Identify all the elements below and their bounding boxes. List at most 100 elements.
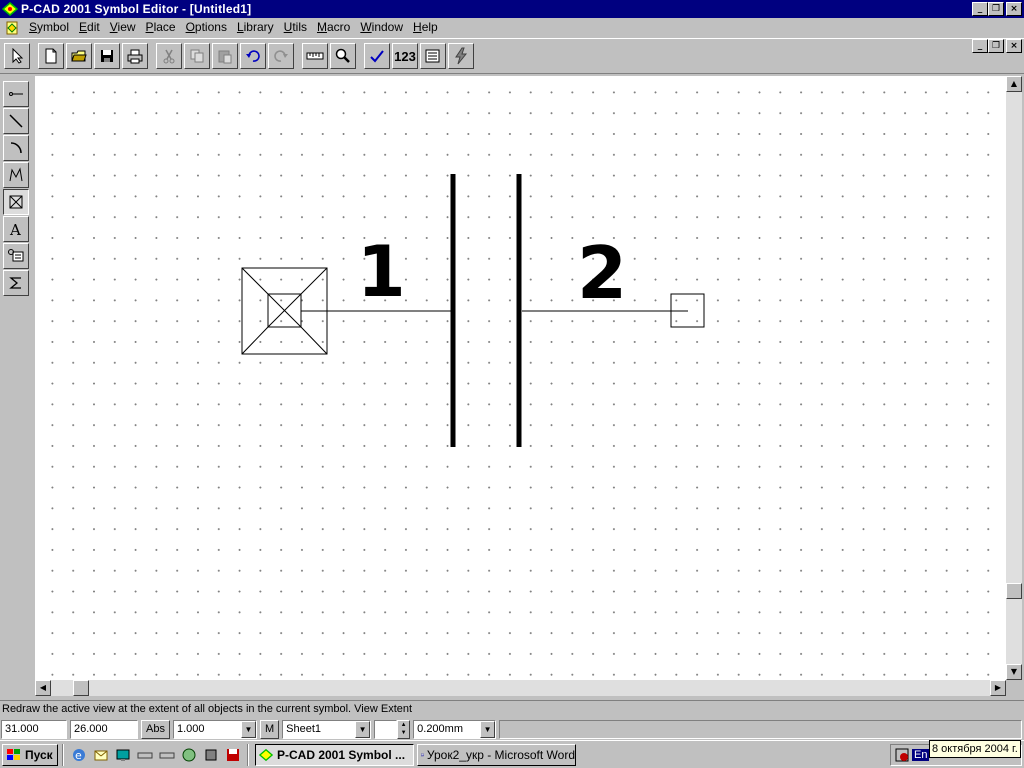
paste-button[interactable] bbox=[212, 43, 238, 69]
menu-item-help[interactable]: Help bbox=[408, 19, 443, 36]
printer-icon bbox=[127, 49, 143, 64]
cut-button[interactable] bbox=[156, 43, 182, 69]
pin2-number[interactable]: 2 bbox=[577, 231, 627, 315]
menu-item-options[interactable]: Options bbox=[181, 19, 232, 36]
drawing-canvas[interactable]: 1 2 bbox=[35, 76, 1006, 680]
network-icon[interactable] bbox=[179, 745, 199, 765]
vertical-scrollbar[interactable]: ▲ ▼ bbox=[1006, 76, 1022, 680]
save-disk-icon[interactable] bbox=[223, 745, 243, 765]
scroll-right-arrow[interactable]: ▶ bbox=[990, 680, 1006, 696]
floppy-drive-icon[interactable] bbox=[201, 745, 221, 765]
placement-toolbar: A bbox=[0, 76, 34, 682]
redo-button[interactable] bbox=[268, 43, 294, 69]
clipboard-paste-icon bbox=[218, 50, 232, 64]
status-message: Redraw the active view at the extent of … bbox=[0, 700, 1024, 717]
new-button[interactable] bbox=[38, 43, 64, 69]
menu-item-window[interactable]: Window bbox=[355, 19, 408, 36]
menu-item-macro[interactable]: Macro bbox=[312, 19, 355, 36]
windows-taskbar: Пуск e P-CAD 2001 Symbol ... W Урок2_укр… bbox=[0, 740, 1024, 768]
validate-button[interactable] bbox=[364, 43, 390, 69]
quick-action-button[interactable] bbox=[448, 43, 474, 69]
start-button[interactable]: Пуск bbox=[2, 743, 58, 766]
absolute-grid-toggle[interactable]: Abs bbox=[141, 719, 170, 739]
zoom-button[interactable] bbox=[330, 43, 356, 69]
arrow-pointer-icon bbox=[12, 48, 24, 64]
arc-icon bbox=[10, 142, 22, 154]
place-arc-button[interactable] bbox=[3, 135, 29, 161]
status-empty-panel bbox=[499, 719, 1022, 739]
horizontal-scrollbar[interactable]: ◀ ▶ bbox=[35, 680, 1006, 696]
pin-number-button[interactable]: 123 bbox=[392, 43, 418, 69]
save-button[interactable] bbox=[94, 43, 120, 69]
pin-number-label: 123 bbox=[394, 48, 416, 64]
menu-item-library[interactable]: Library bbox=[232, 19, 279, 36]
copy-button[interactable] bbox=[184, 43, 210, 69]
show-desktop-icon[interactable] bbox=[113, 745, 133, 765]
vertical-scroll-thumb[interactable] bbox=[1006, 583, 1022, 599]
title-bar[interactable]: P-CAD 2001 Symbol Editor - [Untitled1] _… bbox=[0, 0, 1024, 18]
scroll-corner bbox=[1006, 680, 1022, 696]
zoom-value: 1.000 bbox=[176, 722, 205, 735]
measure-button[interactable] bbox=[302, 43, 328, 69]
y-coordinate-field[interactable]: 26.000 bbox=[70, 719, 138, 739]
internet-explorer-icon[interactable]: e bbox=[69, 745, 89, 765]
place-polygon-button[interactable] bbox=[3, 162, 29, 188]
menu-bar: Symbol Edit View Place Options Library Utils Ma… bbox=[0, 18, 1024, 53]
scroll-up-arrow[interactable]: ▲ bbox=[1006, 76, 1022, 92]
x-coordinate-field[interactable]: 31.000 bbox=[1, 719, 67, 739]
undo-button[interactable] bbox=[240, 43, 266, 69]
place-ref-point-button[interactable] bbox=[3, 189, 29, 215]
windows-logo-icon bbox=[7, 748, 20, 760]
line-width-dropdown-arrow[interactable]: ▼ bbox=[480, 720, 496, 738]
menu-item-edit[interactable]: Edit bbox=[74, 19, 105, 36]
open-button[interactable] bbox=[66, 43, 92, 69]
line-icon bbox=[9, 114, 23, 128]
pin1-number[interactable]: 1 bbox=[357, 231, 406, 313]
status-controls-bar: 31.000 26.000 Abs 1.000 ▼ M Sheet1 ▼ ▲ ▼ … bbox=[0, 718, 1024, 740]
print-button[interactable] bbox=[122, 43, 148, 69]
place-line-button[interactable] bbox=[3, 108, 29, 134]
symbol-wizard-button[interactable] bbox=[420, 43, 446, 69]
grid-spin-button[interactable]: ▲ ▼ bbox=[397, 719, 411, 739]
zoom-combo[interactable]: 1.000 ▼ bbox=[172, 719, 257, 739]
document-icon[interactable] bbox=[4, 20, 20, 36]
undo-icon bbox=[246, 50, 260, 62]
open-folder-icon bbox=[71, 50, 87, 62]
ruler-icon bbox=[306, 52, 324, 60]
taskbar-item-word-label: Урок2_укр - Microsoft Word bbox=[426, 747, 575, 762]
menu-item-symbol[interactable]: Symbol bbox=[24, 19, 74, 36]
grid-spacing-field[interactable] bbox=[374, 719, 398, 739]
outlook-express-icon[interactable] bbox=[91, 745, 111, 765]
sigma-icon bbox=[9, 277, 21, 289]
menu-item-utils[interactable]: Utils bbox=[279, 19, 312, 36]
sheet-dropdown-arrow[interactable]: ▼ bbox=[355, 720, 371, 738]
place-ieee-button[interactable] bbox=[3, 270, 29, 296]
tray-app-icon[interactable] bbox=[894, 747, 910, 763]
language-indicator[interactable]: En bbox=[912, 749, 930, 761]
place-attribute-button[interactable] bbox=[3, 243, 29, 269]
restore-button[interactable]: ❐ bbox=[988, 2, 1004, 16]
copy-icon bbox=[190, 49, 204, 63]
scroll-left-arrow[interactable]: ◀ bbox=[35, 680, 51, 696]
taskbar-item-word[interactable]: W Урок2_укр - Microsoft Word bbox=[417, 743, 576, 766]
zoom-dropdown-arrow[interactable]: ▼ bbox=[240, 720, 256, 738]
svg-text:A: A bbox=[9, 221, 21, 237]
symbol-drawing: 1 2 bbox=[241, 174, 705, 447]
m-toggle-button[interactable]: M bbox=[259, 719, 280, 739]
taskbar-item-pcad[interactable]: P-CAD 2001 Symbol ... bbox=[255, 743, 414, 766]
drive-icon-1[interactable] bbox=[135, 745, 155, 765]
select-arrow-button[interactable] bbox=[4, 43, 30, 69]
menu-item-view[interactable]: View bbox=[105, 19, 141, 36]
sheet-combo[interactable]: Sheet1 ▼ bbox=[282, 719, 372, 739]
scroll-down-arrow[interactable]: ▼ bbox=[1006, 664, 1022, 680]
pcad-app-icon[interactable] bbox=[2, 2, 18, 16]
line-width-combo[interactable]: 0.200mm ▼ bbox=[413, 719, 497, 739]
place-pin-button[interactable] bbox=[3, 81, 29, 107]
svg-text:e: e bbox=[75, 749, 82, 762]
menu-item-place[interactable]: Place bbox=[141, 19, 181, 36]
close-button[interactable]: × bbox=[1006, 2, 1022, 16]
horizontal-scroll-thumb[interactable] bbox=[73, 680, 89, 696]
place-text-button[interactable]: A bbox=[3, 216, 29, 242]
minimize-button[interactable]: _ bbox=[972, 2, 988, 16]
drive-icon-2[interactable] bbox=[157, 745, 177, 765]
